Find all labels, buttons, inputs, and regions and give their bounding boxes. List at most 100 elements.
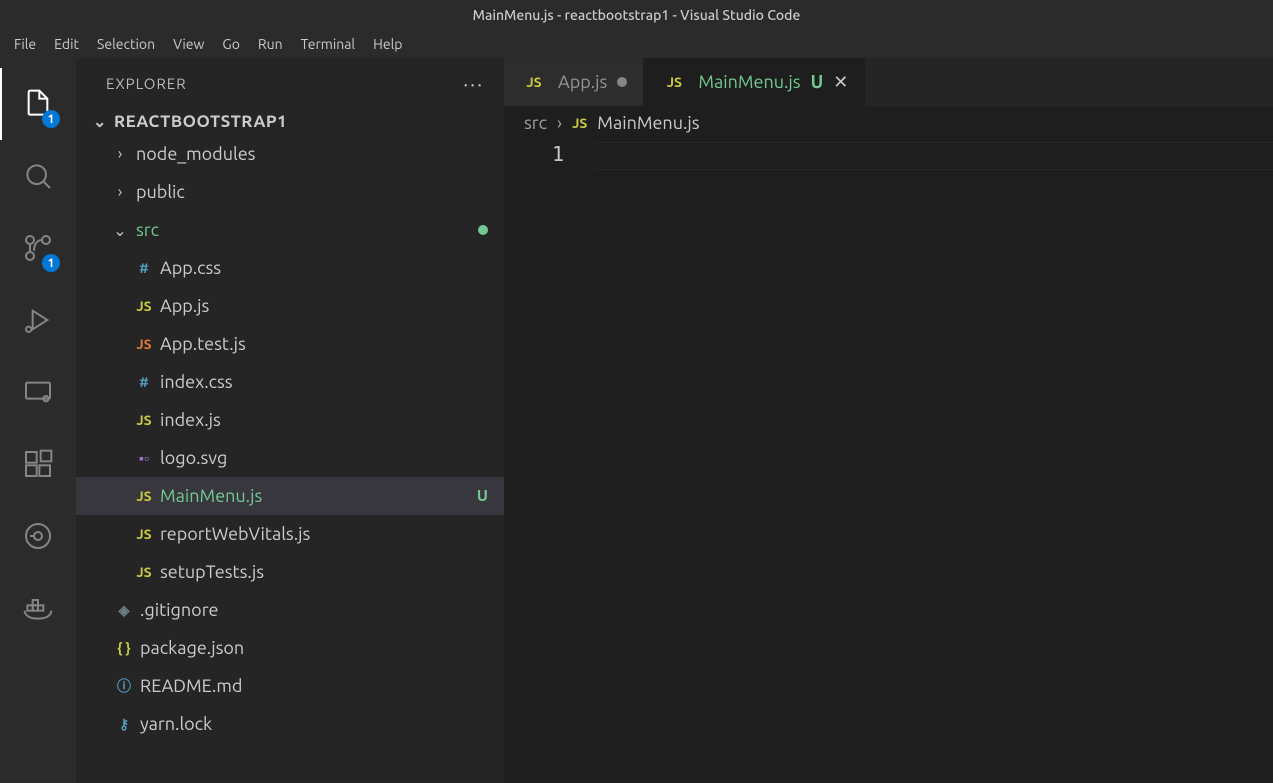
editor-area: JS App.js JS MainMenu.js U ✕ src › JS Ma… <box>504 58 1273 783</box>
js-icon: JS <box>572 115 587 131</box>
file-item[interactable]: JSApp.js <box>76 287 504 325</box>
editor-tabs: JS App.js JS MainMenu.js U ✕ <box>504 58 1273 106</box>
file-item[interactable]: JSMainMenu.jsU <box>76 477 504 515</box>
file-item[interactable]: ▪▫logo.svg <box>76 439 504 477</box>
tree-root[interactable]: ⌄ REACTBOOTSTRAP1 <box>76 108 504 135</box>
svg-icon: ▪▫ <box>130 450 158 466</box>
breadcrumb-file[interactable]: MainMenu.js <box>597 113 699 133</box>
folder-item[interactable]: ⌄src <box>76 211 504 249</box>
js-icon: JS <box>520 74 548 90</box>
folder-name: src <box>136 220 159 240</box>
css-icon: # <box>130 260 158 276</box>
json-icon: { } <box>110 640 138 656</box>
explorer-badge: 1 <box>42 110 60 128</box>
activity-search[interactable] <box>0 140 76 212</box>
tab-app-js[interactable]: JS App.js <box>504 58 644 106</box>
file-tree: ⌄ REACTBOOTSTRAP1 ›node_modules›public⌄s… <box>76 108 504 783</box>
js-icon: JS <box>130 564 158 580</box>
activity-extensions[interactable] <box>0 428 76 500</box>
menu-view[interactable]: View <box>165 34 212 54</box>
breadcrumb-folder[interactable]: src <box>524 113 547 133</box>
js-icon: JS <box>130 336 158 352</box>
file-item[interactable]: #App.css <box>76 249 504 287</box>
remote-icon <box>22 376 54 408</box>
debug-icon <box>22 304 54 336</box>
file-name: yarn.lock <box>140 714 212 734</box>
git-modified-dot-icon <box>478 225 488 235</box>
menu-edit[interactable]: Edit <box>46 34 87 54</box>
activity-remote[interactable] <box>0 356 76 428</box>
docker-icon <box>22 592 54 624</box>
menu-bar: File Edit Selection View Go Run Terminal… <box>0 30 1273 58</box>
file-name: .gitignore <box>140 600 218 620</box>
file-name: index.css <box>160 372 233 392</box>
js-icon: JS <box>130 298 158 314</box>
activity-docker[interactable] <box>0 572 76 644</box>
activity-source-control[interactable]: 1 <box>0 212 76 284</box>
info-icon: ⓘ <box>110 676 138 696</box>
menu-terminal[interactable]: Terminal <box>293 34 364 54</box>
menu-go[interactable]: Go <box>214 34 247 54</box>
js-icon: JS <box>130 526 158 542</box>
menu-help[interactable]: Help <box>365 34 410 54</box>
activity-bar: 1 1 <box>0 58 76 783</box>
window-title: MainMenu.js - reactbootstrap1 - Visual S… <box>473 7 801 23</box>
sidebar-title: EXPLORER <box>106 75 187 92</box>
yarn-icon: ⚷ <box>110 716 138 733</box>
folder-item[interactable]: › public <box>76 173 504 211</box>
file-name: MainMenu.js <box>160 486 262 506</box>
dirty-indicator-icon <box>617 77 627 87</box>
activity-run-debug[interactable] <box>0 284 76 356</box>
editor-body[interactable]: 1 <box>504 140 1273 783</box>
folder-name: node_modules <box>136 144 255 164</box>
line-gutter: 1 <box>504 140 594 783</box>
file-name: App.css <box>160 258 221 278</box>
menu-run[interactable]: Run <box>250 34 291 54</box>
file-name: App.js <box>160 296 209 316</box>
file-name: logo.svg <box>160 448 227 468</box>
file-item[interactable]: { }package.json <box>76 629 504 667</box>
folder-name: public <box>136 182 185 202</box>
file-item[interactable]: ⚷yarn.lock <box>76 705 504 743</box>
window-title-bar: MainMenu.js - reactbootstrap1 - Visual S… <box>0 0 1273 30</box>
editor-content[interactable] <box>594 140 1273 783</box>
sidebar: EXPLORER ··· ⌄ REACTBOOTSTRAP1 › node_mod… <box>76 58 504 783</box>
file-name: reportWebVitals.js <box>160 524 310 544</box>
activity-explorer[interactable]: 1 <box>0 68 76 140</box>
more-actions-icon[interactable]: ··· <box>463 72 484 95</box>
js-icon: JS <box>660 74 688 90</box>
file-item[interactable]: #index.css <box>76 363 504 401</box>
file-name: setupTests.js <box>160 562 264 582</box>
file-item[interactable]: JSsetupTests.js <box>76 553 504 591</box>
activity-gitlens[interactable] <box>0 500 76 572</box>
menu-file[interactable]: File <box>6 34 44 54</box>
tab-label: MainMenu.js <box>698 72 800 92</box>
close-icon[interactable]: ✕ <box>833 72 848 93</box>
file-item[interactable]: JSApp.test.js <box>76 325 504 363</box>
folder-item[interactable]: › node_modules <box>76 135 504 173</box>
sidebar-header: EXPLORER ··· <box>76 58 504 108</box>
chevron-right-icon: › <box>557 113 562 133</box>
tab-mainmenu-js[interactable]: JS MainMenu.js U ✕ <box>644 58 865 106</box>
menu-selection[interactable]: Selection <box>89 34 163 54</box>
css-icon: # <box>130 374 158 390</box>
git-icon: ◈ <box>110 602 138 619</box>
chevron-icon: › <box>110 145 130 163</box>
js-icon: JS <box>130 488 158 504</box>
file-name: README.md <box>140 676 242 696</box>
file-item[interactable]: JSreportWebVitals.js <box>76 515 504 553</box>
chevron-icon: › <box>110 183 130 201</box>
line-number: 1 <box>504 142 564 166</box>
gitlens-icon <box>22 520 54 552</box>
file-item[interactable]: ⓘREADME.md <box>76 667 504 705</box>
tab-label: App.js <box>558 72 607 92</box>
git-status: U <box>811 72 824 92</box>
chevron-down-icon: ⌄ <box>90 112 110 131</box>
current-line-highlight <box>594 142 1273 170</box>
scm-badge: 1 <box>42 254 60 272</box>
file-name: index.js <box>160 410 221 430</box>
search-icon <box>22 160 54 192</box>
file-item[interactable]: ◈.gitignore <box>76 591 504 629</box>
breadcrumbs[interactable]: src › JS MainMenu.js <box>504 106 1273 140</box>
file-item[interactable]: JSindex.js <box>76 401 504 439</box>
